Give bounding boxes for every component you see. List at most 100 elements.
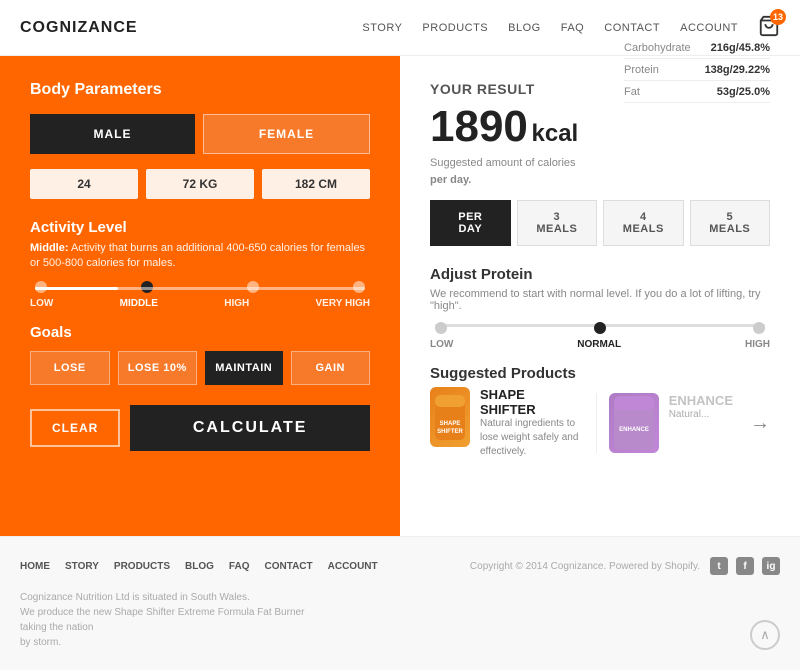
- products-row: SHAPE SHIFTER SHAPE SHIFTER Natural ingr…: [430, 387, 770, 459]
- nav-contact[interactable]: CONTACT: [604, 22, 660, 34]
- goal-gain[interactable]: GAIN: [291, 351, 371, 385]
- gender-selector: MALE FEMALE: [30, 114, 370, 154]
- tab-4meals[interactable]: 4 MEALS: [603, 200, 683, 246]
- activity-title: Activity Level: [30, 219, 370, 236]
- cart-badge: 13: [770, 9, 786, 25]
- nav-blog[interactable]: BLOG: [508, 22, 541, 34]
- activity-desc-bold: Middle:: [30, 242, 69, 254]
- cart-icon[interactable]: 13: [758, 15, 780, 40]
- product-enhance: ENHANCE ENHANCE Natural...: [609, 393, 733, 453]
- tab-3meals[interactable]: 3 MEALS: [517, 200, 597, 246]
- kcal-desc-line2: per day.: [430, 174, 471, 186]
- macros-table: Carbohydrate 216g/45.8% Protein 138g/29.…: [624, 42, 770, 108]
- slider-track: [35, 287, 365, 290]
- macro-carb-val: 216g/45.8%: [711, 42, 770, 54]
- goal-maintain[interactable]: MAINTAIN: [205, 351, 283, 385]
- age-stat[interactable]: 24: [30, 169, 138, 199]
- nav-story[interactable]: STORY: [362, 22, 402, 34]
- left-panel: Body Parameters MALE FEMALE 24 72 KG 182…: [0, 56, 400, 536]
- footer-top: HOME STORY PRODUCTS BLOG FAQ CONTACT ACC…: [20, 557, 780, 575]
- macro-protein-val: 138g/29.22%: [705, 64, 770, 76]
- nav-products[interactable]: PRODUCTS: [422, 22, 488, 34]
- calculate-button[interactable]: CALcULATE: [130, 405, 370, 451]
- kcal-value: 1890: [430, 102, 528, 151]
- gender-female-button[interactable]: FEMALE: [203, 114, 370, 154]
- protein-dot-normal[interactable]: [594, 322, 606, 334]
- product-desc-enhance: Natural...: [669, 408, 733, 422]
- tab-5meals[interactable]: 5 MEALS: [690, 200, 770, 246]
- level-high: HIGH: [224, 298, 249, 309]
- product-name-enhance: ENHANCE: [669, 393, 733, 408]
- protein-low: LOW: [430, 339, 453, 350]
- protein-normal: NORMAL: [577, 339, 621, 350]
- svg-text:SHIFTER: SHIFTER: [437, 429, 463, 435]
- goals-row: LOSE LOSE 10% MAINTAIN GAIN: [30, 351, 370, 385]
- clear-button[interactable]: CLEAR: [30, 409, 120, 447]
- svg-text:ENHANCE: ENHANCE: [619, 427, 649, 433]
- protein-dots: [435, 322, 765, 334]
- macro-carb-name: Carbohydrate: [624, 42, 691, 54]
- goal-lose[interactable]: LOSE: [30, 351, 110, 385]
- footer: HOME STORY PRODUCTS BLOG FAQ CONTACT ACC…: [0, 536, 800, 670]
- footer-story[interactable]: STORY: [65, 561, 99, 572]
- footer-faq[interactable]: FAQ: [229, 561, 250, 572]
- macro-protein-name: Protein: [624, 64, 659, 76]
- nav-account[interactable]: ACCOUNT: [680, 22, 738, 34]
- product-name-shape-shifter: SHAPE SHIFTER: [480, 387, 584, 417]
- activity-desc-text: Activity that burns an additional 400-65…: [30, 242, 365, 269]
- body-stats-row: 24 72 KG 182 CM: [30, 169, 370, 199]
- footer-copyright: Copyright © 2014 Cognizance. Powered by …: [470, 561, 700, 572]
- instagram-icon[interactable]: ig: [762, 557, 780, 575]
- level-middle: MIDDLE: [120, 298, 158, 309]
- activity-description: Middle: Activity that burns an additiona…: [30, 241, 370, 272]
- product-shape-shifter: SHAPE SHIFTER SHAPE SHIFTER Natural ingr…: [430, 387, 584, 459]
- level-low: LOW: [30, 298, 53, 309]
- height-stat[interactable]: 182 CM: [262, 169, 370, 199]
- protein-dot-low[interactable]: [435, 322, 447, 334]
- chevron-up-icon: ∧: [760, 627, 770, 643]
- activity-slider[interactable]: LOW MIDDLE HIGH VERY HIGH: [30, 287, 370, 309]
- macro-fat-name: Fat: [624, 86, 640, 98]
- product-info-shape-shifter: SHAPE SHIFTER Natural ingredients to los…: [480, 387, 584, 459]
- footer-nav: HOME STORY PRODUCTS BLOG FAQ CONTACT ACC…: [20, 561, 378, 572]
- result-section: 1890 kcal Suggested amount of calories p…: [430, 102, 578, 200]
- twitter-icon[interactable]: t: [710, 557, 728, 575]
- company-desc-2: We produce the new Shape Shifter Extreme…: [20, 605, 320, 635]
- goal-lose10[interactable]: LOSE 10%: [118, 351, 198, 385]
- macro-fat-val: 53g/25.0%: [717, 86, 770, 98]
- meal-tabs: PER DAY 3 MEALS 4 MEALS 5 MEALS: [430, 200, 770, 246]
- right-panel: Your Result 1890 kcal Suggested amount o…: [400, 56, 800, 536]
- arrow-indicator: [370, 278, 388, 314]
- tab-per-day[interactable]: PER DAY: [430, 200, 511, 246]
- footer-bottom: Cognizance Nutrition Ltd is situated in …: [20, 590, 320, 650]
- kcal-description: Suggested amount of calories per day.: [430, 155, 578, 188]
- adjust-protein-title: Adjust Protein: [430, 266, 770, 283]
- nav-faq[interactable]: FAQ: [561, 22, 585, 34]
- gender-male-button[interactable]: MALE: [30, 114, 195, 154]
- weight-stat[interactable]: 72 KG: [146, 169, 254, 199]
- footer-blog[interactable]: BLOG: [185, 561, 214, 572]
- product-image-shape-shifter: SHAPE SHIFTER: [430, 387, 470, 447]
- action-row: CLEAR CALcULATE: [30, 405, 370, 451]
- social-icons: t f ig: [710, 557, 780, 575]
- main-content: Body Parameters MALE FEMALE 24 72 KG 182…: [0, 56, 800, 536]
- footer-contact[interactable]: CONTACT: [264, 561, 312, 572]
- facebook-icon[interactable]: f: [736, 557, 754, 575]
- kcal-desc-line1: Suggested amount of calories: [430, 157, 576, 169]
- product-divider: [596, 393, 597, 453]
- footer-home[interactable]: HOME: [20, 561, 50, 572]
- goals-title: Goals: [30, 324, 370, 341]
- macro-protein: Protein 138g/29.22%: [624, 64, 770, 81]
- protein-slider[interactable]: LOW NORMAL HIGH: [430, 324, 770, 350]
- scroll-top-button[interactable]: ∧: [750, 620, 780, 650]
- product-image-enhance: ENHANCE: [609, 393, 659, 453]
- svg-text:SHAPE: SHAPE: [440, 421, 461, 427]
- protein-labels: LOW NORMAL HIGH: [430, 339, 770, 350]
- slider-labels: LOW MIDDLE HIGH VERY HIGH: [30, 298, 370, 309]
- footer-account[interactable]: ACCOUNT: [328, 561, 378, 572]
- protein-dot-high[interactable]: [753, 322, 765, 334]
- footer-products[interactable]: PRODUCTS: [114, 561, 170, 572]
- next-product-arrow[interactable]: →: [750, 412, 770, 435]
- company-desc-3: by storm.: [20, 635, 320, 650]
- footer-right: Copyright © 2014 Cognizance. Powered by …: [470, 557, 780, 575]
